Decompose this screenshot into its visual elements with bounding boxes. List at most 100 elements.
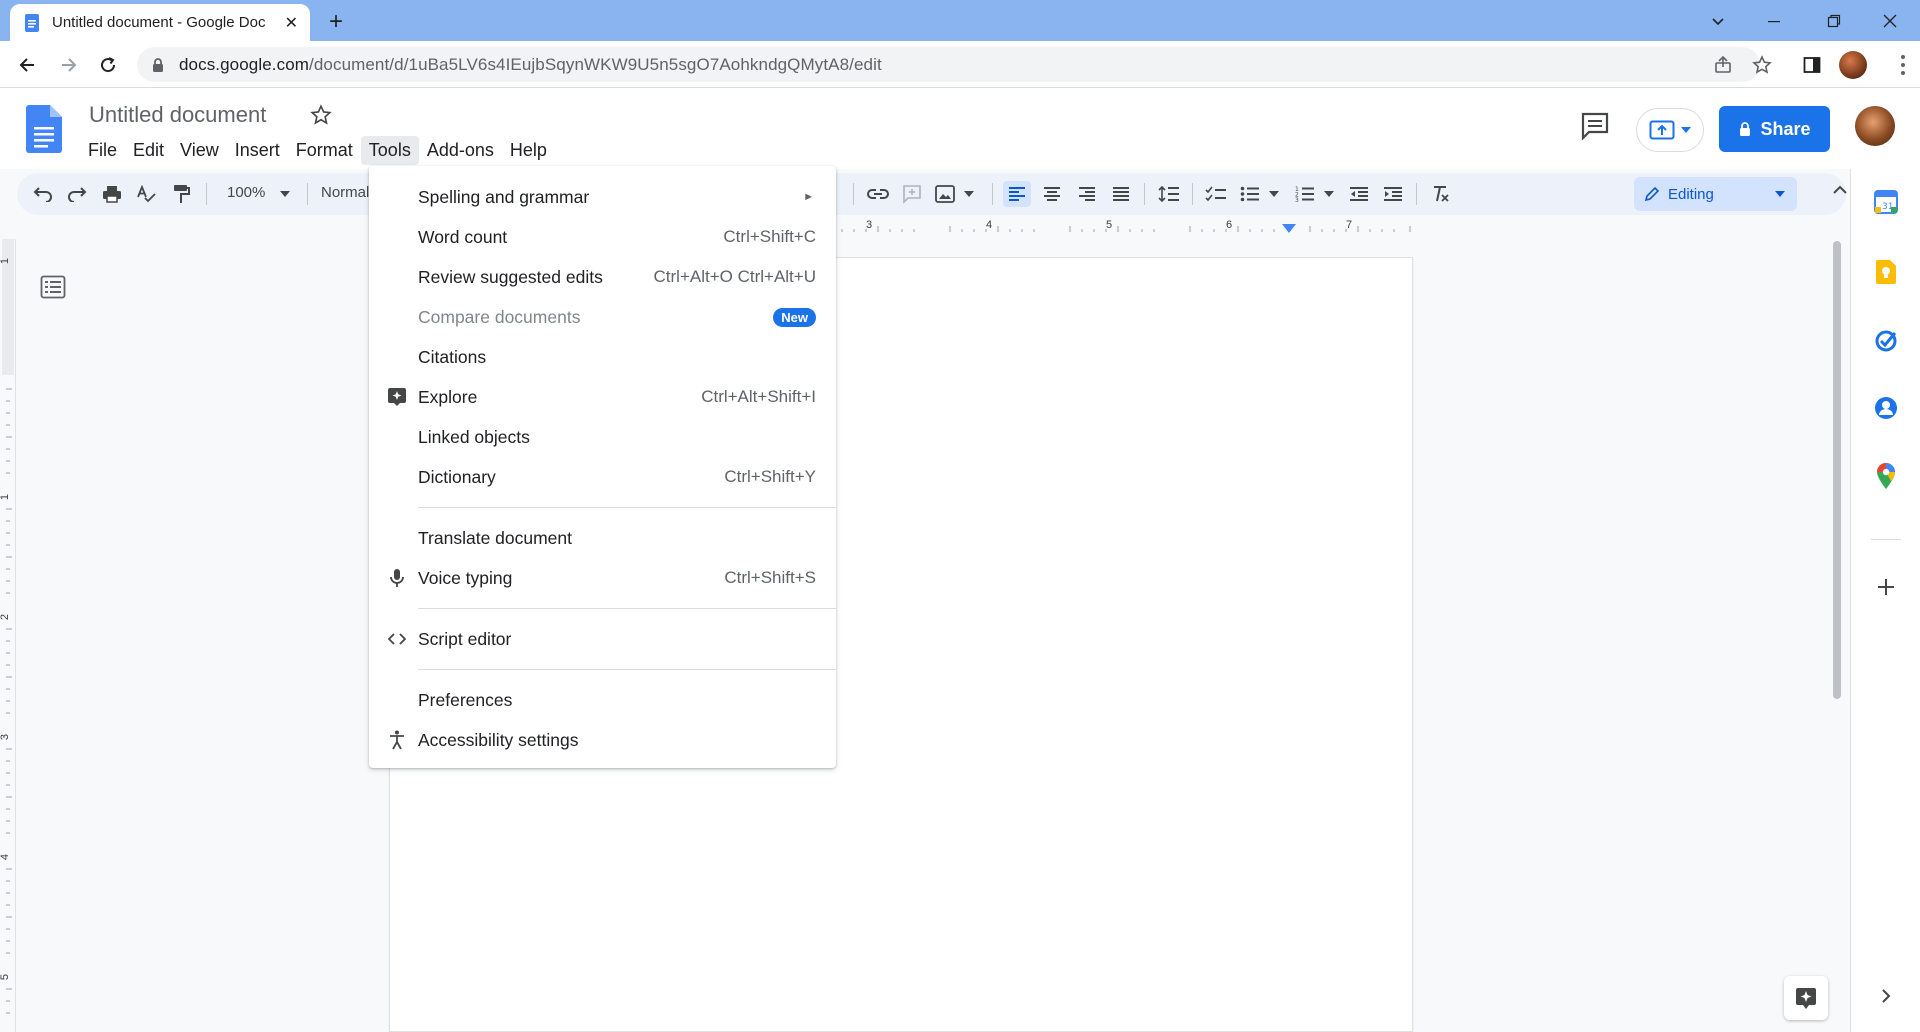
menu-help[interactable]: Help bbox=[502, 136, 555, 165]
image-dropdown-icon[interactable] bbox=[955, 181, 983, 207]
address-bar[interactable]: docs.google.com/document/d/1uBa5LV6s4IEu… bbox=[137, 47, 1760, 82]
paint-format-icon[interactable] bbox=[167, 181, 195, 207]
menu-item-preferences[interactable]: Preferences bbox=[369, 680, 836, 720]
docs-logo-icon[interactable] bbox=[26, 105, 62, 153]
tasks-icon[interactable] bbox=[1873, 327, 1899, 353]
menu-item-voice-typing[interactable]: Voice typing Ctrl+Shift+S bbox=[369, 558, 836, 598]
redo-icon[interactable] bbox=[63, 181, 91, 207]
microphone-icon bbox=[386, 567, 408, 589]
menu-item-explore[interactable]: Explore Ctrl+Alt+Shift+I bbox=[369, 377, 836, 417]
align-right-icon[interactable] bbox=[1073, 181, 1101, 207]
justify-icon[interactable] bbox=[1107, 181, 1135, 207]
menu-item-citations[interactable]: Citations bbox=[369, 337, 836, 377]
side-panel-icon[interactable] bbox=[1796, 49, 1828, 81]
explore-star-icon bbox=[1796, 988, 1816, 1009]
menu-item-review-suggested-edits[interactable]: Review suggested edits Ctrl+Alt+O Ctrl+A… bbox=[369, 257, 836, 297]
zoom-value[interactable]: 100% bbox=[227, 184, 265, 201]
menu-addons[interactable]: Add-ons bbox=[419, 136, 502, 165]
document-title[interactable]: Untitled document bbox=[89, 102, 266, 128]
bullet-dropdown-icon[interactable] bbox=[1260, 181, 1288, 207]
document-outline-icon[interactable] bbox=[40, 275, 66, 299]
right-indent-marker-icon[interactable] bbox=[1282, 224, 1296, 234]
add-addon-icon[interactable] bbox=[1873, 574, 1899, 600]
menu-item-spelling-grammar[interactable]: Spelling and grammar ► bbox=[369, 177, 836, 217]
ruler-label: 4 bbox=[0, 853, 12, 861]
clear-formatting-icon[interactable] bbox=[1427, 181, 1455, 207]
line-spacing-icon[interactable] bbox=[1155, 181, 1183, 207]
share-button[interactable]: Share bbox=[1719, 106, 1830, 152]
contacts-icon[interactable] bbox=[1873, 395, 1899, 421]
close-window-button[interactable] bbox=[1870, 6, 1910, 36]
share-page-icon[interactable] bbox=[1707, 49, 1739, 81]
menu-insert[interactable]: Insert bbox=[227, 136, 288, 165]
menu-item-label: Review suggested edits bbox=[418, 266, 603, 287]
spellcheck-icon[interactable] bbox=[132, 181, 160, 207]
bookmark-star-icon[interactable] bbox=[1746, 49, 1778, 81]
tab-close-icon[interactable]: ✕ bbox=[285, 13, 298, 33]
menu-item-label: Translate document bbox=[418, 527, 573, 548]
vertical-ruler: 1 1 2 3 4 5 bbox=[0, 239, 16, 1032]
hide-menus-chevron-icon[interactable] bbox=[1831, 181, 1849, 199]
minimize-button[interactable] bbox=[1754, 6, 1794, 36]
code-icon bbox=[386, 628, 408, 650]
star-icon[interactable] bbox=[310, 104, 332, 126]
menu-format[interactable]: Format bbox=[288, 136, 361, 165]
checklist-icon[interactable] bbox=[1202, 181, 1230, 207]
share-label: Share bbox=[1760, 118, 1811, 139]
undo-icon[interactable] bbox=[29, 181, 57, 207]
menu-item-script-editor[interactable]: Script editor bbox=[369, 619, 836, 659]
reload-button[interactable] bbox=[92, 49, 124, 81]
browser-tab[interactable]: Untitled document - Google Doc ✕ bbox=[10, 4, 310, 41]
formatting-toolbar: 100% Normal 123 Editing bbox=[17, 173, 1849, 215]
svg-text:31: 31 bbox=[1882, 202, 1893, 212]
present-button[interactable] bbox=[1636, 108, 1704, 152]
comment-history-icon[interactable] bbox=[1579, 110, 1611, 142]
horizontal-ruler: 3 4 5 6 7 bbox=[0, 215, 1830, 239]
keep-icon[interactable] bbox=[1873, 259, 1899, 285]
restore-button[interactable] bbox=[1814, 6, 1854, 36]
accessibility-icon bbox=[386, 729, 408, 751]
menu-file[interactable]: File bbox=[80, 136, 125, 165]
explore-button[interactable] bbox=[1784, 976, 1828, 1020]
new-tab-button[interactable]: + bbox=[322, 8, 350, 36]
menu-tools[interactable]: Tools bbox=[360, 136, 419, 165]
new-badge: New bbox=[773, 307, 816, 327]
paragraph-style[interactable]: Normal bbox=[321, 184, 369, 201]
menu-edit[interactable]: Edit bbox=[125, 136, 172, 165]
chrome-menu-icon[interactable] bbox=[1893, 53, 1913, 77]
menu-divider bbox=[418, 507, 836, 508]
menu-item-compare-documents[interactable]: Compare documents New bbox=[369, 297, 836, 337]
menu-item-linked-objects[interactable]: Linked objects bbox=[369, 417, 836, 457]
decrease-indent-icon[interactable] bbox=[1345, 181, 1373, 207]
tools-menu-dropdown: Spelling and grammar ► Word count Ctrl+S… bbox=[369, 166, 836, 768]
forward-button[interactable] bbox=[52, 49, 84, 81]
align-left-icon[interactable] bbox=[1003, 181, 1031, 207]
browser-profile-avatar[interactable] bbox=[1839, 51, 1867, 79]
expand-panel-chevron-icon[interactable] bbox=[1873, 983, 1899, 1009]
insert-link-icon[interactable] bbox=[864, 181, 892, 207]
vertical-scrollbar[interactable] bbox=[1833, 241, 1841, 699]
calendar-icon[interactable]: 31 bbox=[1873, 189, 1899, 215]
ruler-label: 3 bbox=[866, 219, 873, 231]
zoom-dropdown-icon[interactable] bbox=[271, 181, 299, 207]
tab-search-icon[interactable] bbox=[1698, 6, 1738, 36]
align-center-icon[interactable] bbox=[1038, 181, 1066, 207]
print-icon[interactable] bbox=[98, 181, 126, 207]
menu-item-shortcut: Ctrl+Alt+Shift+I bbox=[701, 387, 816, 406]
url-text: docs.google.com/document/d/1uBa5LV6s4IEu… bbox=[179, 55, 882, 75]
add-comment-icon[interactable] bbox=[898, 181, 926, 207]
account-avatar[interactable] bbox=[1855, 106, 1895, 146]
menu-item-accessibility-settings[interactable]: Accessibility settings bbox=[369, 720, 836, 760]
maps-icon[interactable] bbox=[1873, 463, 1899, 489]
menu-item-dictionary[interactable]: Dictionary Ctrl+Shift+Y bbox=[369, 457, 836, 497]
numbered-dropdown-icon[interactable] bbox=[1315, 181, 1343, 207]
menu-view[interactable]: View bbox=[172, 136, 227, 165]
ruler-label: 1 bbox=[0, 257, 12, 265]
menu-item-translate-document[interactable]: Translate document bbox=[369, 518, 836, 558]
menu-item-label: Compare documents bbox=[418, 306, 581, 327]
menu-item-word-count[interactable]: Word count Ctrl+Shift+C bbox=[369, 217, 836, 257]
menu-item-label: Spelling and grammar bbox=[418, 186, 590, 207]
editing-mode-dropdown[interactable]: Editing bbox=[1634, 177, 1797, 211]
back-button[interactable] bbox=[12, 49, 44, 81]
increase-indent-icon[interactable] bbox=[1379, 181, 1407, 207]
